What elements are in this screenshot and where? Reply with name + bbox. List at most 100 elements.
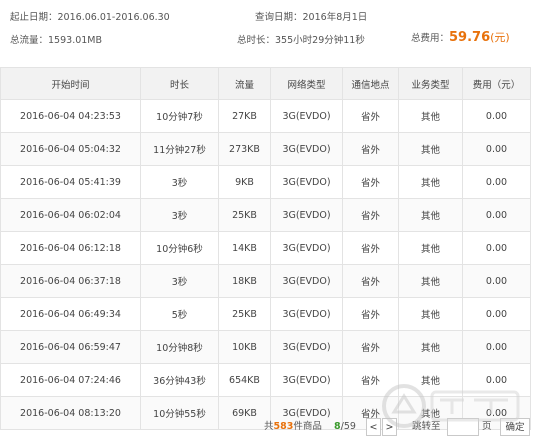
- cell-service-type: 其他: [398, 231, 463, 265]
- cell-fee: 0.00: [462, 132, 531, 166]
- current-page: 8: [334, 421, 341, 432]
- cell-traffic: 18KB: [218, 264, 271, 298]
- cell-network-type: 3G(EVDO): [270, 132, 343, 166]
- period-label: 起止日期：: [10, 12, 58, 23]
- usage-records-table: 开始时间 时长 流量 网络类型 通信地点 业务类型 费用（元） 2016-06-…: [0, 67, 531, 430]
- cell-duration: 3秒: [140, 264, 219, 298]
- cell-start-time: 2016-06-04 04:23:53: [0, 99, 141, 133]
- period-info: 起止日期：2016.06.01-2016.06.30: [10, 9, 170, 23]
- cell-location: 省外: [342, 231, 399, 265]
- total-count: 583: [273, 421, 294, 432]
- cell-location: 省外: [342, 297, 399, 331]
- total-fee-value: 59.76: [449, 30, 491, 45]
- cell-fee: 0.00: [462, 165, 531, 199]
- total-fee-unit: (元): [490, 31, 510, 44]
- cell-network-type: 3G(EVDO): [270, 330, 343, 364]
- table-row: 2016-06-04 06:02:04 3秒 25KB 3G(EVDO) 省外 …: [0, 198, 531, 232]
- total-count-text: 共583件商品: [264, 418, 322, 436]
- cell-duration: 5秒: [140, 297, 219, 331]
- cell-location: 省外: [342, 198, 399, 232]
- table-row: 2016-06-04 06:12:18 10分钟6秒 14KB 3G(EVDO)…: [0, 231, 531, 265]
- cell-traffic: 654KB: [218, 363, 271, 397]
- query-date-label: 查询日期：: [255, 12, 303, 23]
- cell-location: 省外: [342, 99, 399, 133]
- cell-network-type: 3G(EVDO): [270, 99, 343, 133]
- cell-start-time: 2016-06-04 06:37:18: [0, 264, 141, 298]
- cell-location: 省外: [342, 330, 399, 364]
- cell-fee: 0.00: [462, 330, 531, 364]
- cell-start-time: 2016-06-04 06:49:34: [0, 297, 141, 331]
- column-header-location: 通信地点: [342, 67, 399, 100]
- table-row: 2016-06-04 06:37:18 3秒 18KB 3G(EVDO) 省外 …: [0, 264, 531, 298]
- cell-network-type: 3G(EVDO): [270, 231, 343, 265]
- table-row: 2016-06-04 06:49:34 5秒 25KB 3G(EVDO) 省外 …: [0, 297, 531, 331]
- query-date-info: 查询日期：2016年8月1日: [255, 9, 367, 23]
- page-indicator: 8/59: [334, 418, 356, 436]
- table-row: 2016-06-04 04:23:53 10分钟7秒 27KB 3G(EVDO)…: [0, 99, 531, 133]
- cell-network-type: 3G(EVDO): [270, 297, 343, 331]
- cell-traffic: 273KB: [218, 132, 271, 166]
- cell-duration: 10分钟8秒: [140, 330, 219, 364]
- cell-duration: 10分钟7秒: [140, 99, 219, 133]
- billing-summary: 起止日期：2016.06.01-2016.06.30 查询日期：2016年8月1…: [0, 0, 536, 60]
- cell-traffic: 25KB: [218, 297, 271, 331]
- cell-service-type: 其他: [398, 198, 463, 232]
- table-row: 2016-06-04 05:41:39 3秒 9KB 3G(EVDO) 省外 其…: [0, 165, 531, 199]
- cell-fee: 0.00: [462, 231, 531, 265]
- query-date-value: 2016年8月1日: [302, 12, 368, 23]
- cell-start-time: 2016-06-04 06:59:47: [0, 330, 141, 364]
- column-header-service-type: 业务类型: [398, 67, 463, 100]
- table-row: 2016-06-04 06:59:47 10分钟8秒 10KB 3G(EVDO)…: [0, 330, 531, 364]
- cell-fee: 0.00: [462, 264, 531, 298]
- column-header-duration: 时长: [140, 67, 219, 100]
- cell-traffic: 27KB: [218, 99, 271, 133]
- cell-traffic: 25KB: [218, 198, 271, 232]
- table-row: 2016-06-04 05:04:32 11分钟27秒 273KB 3G(EVD…: [0, 132, 531, 166]
- cell-fee: 0.00: [462, 297, 531, 331]
- period-value: 2016.06.01-2016.06.30: [57, 12, 170, 23]
- column-header-traffic: 流量: [218, 67, 271, 100]
- cell-service-type: 其他: [398, 99, 463, 133]
- cell-duration: 36分钟43秒: [140, 363, 219, 397]
- chevron-left-icon: <: [369, 422, 378, 433]
- total-fee-label: 总费用：: [411, 33, 450, 44]
- total-traffic-info: 总流量：1593.01MB: [10, 32, 102, 46]
- cell-start-time: 2016-06-04 06:12:18: [0, 231, 141, 265]
- column-header-fee: 费用（元）: [462, 67, 531, 100]
- column-header-start-time: 开始时间: [0, 67, 141, 100]
- total-pages: 59: [343, 421, 356, 432]
- total-duration-value: 355小时29分钟11秒: [275, 35, 365, 46]
- cell-fee: 0.00: [462, 198, 531, 232]
- total-traffic-value: 1593.01MB: [48, 35, 103, 46]
- cell-start-time: 2016-06-04 05:41:39: [0, 165, 141, 199]
- watermark-logo-icon: [382, 384, 520, 428]
- cell-start-time: 2016-06-04 07:24:46: [0, 363, 141, 397]
- cell-service-type: 其他: [398, 132, 463, 166]
- cell-network-type: 3G(EVDO): [270, 198, 343, 232]
- cell-location: 省外: [342, 264, 399, 298]
- cell-service-type: 其他: [398, 330, 463, 364]
- cell-location: 省外: [342, 165, 399, 199]
- cell-start-time: 2016-06-04 05:04:32: [0, 132, 141, 166]
- cell-location: 省外: [342, 132, 399, 166]
- cell-fee: 0.00: [462, 99, 531, 133]
- cell-service-type: 其他: [398, 297, 463, 331]
- total-duration-info: 总时长：355小时29分钟11秒: [237, 32, 365, 46]
- total-duration-label: 总时长：: [237, 35, 276, 46]
- cell-duration: 11分钟27秒: [140, 132, 219, 166]
- total-suffix: 件商品: [293, 421, 322, 432]
- table-header-row: 开始时间 时长 流量 网络类型 通信地点 业务类型 费用（元）: [0, 67, 531, 100]
- cell-service-type: 其他: [398, 165, 463, 199]
- total-fee-info: 总费用：59.76(元): [411, 29, 510, 45]
- cell-network-type: 3G(EVDO): [270, 165, 343, 199]
- cell-duration: 3秒: [140, 198, 219, 232]
- cell-duration: 10分钟6秒: [140, 231, 219, 265]
- cell-start-time: 2016-06-04 06:02:04: [0, 198, 141, 232]
- cell-service-type: 其他: [398, 264, 463, 298]
- column-header-network-type: 网络类型: [270, 67, 343, 100]
- cell-duration: 3秒: [140, 165, 219, 199]
- total-traffic-label: 总流量：: [10, 35, 49, 46]
- total-prefix: 共: [264, 421, 274, 432]
- cell-network-type: 3G(EVDO): [270, 264, 343, 298]
- cell-traffic: 10KB: [218, 330, 271, 364]
